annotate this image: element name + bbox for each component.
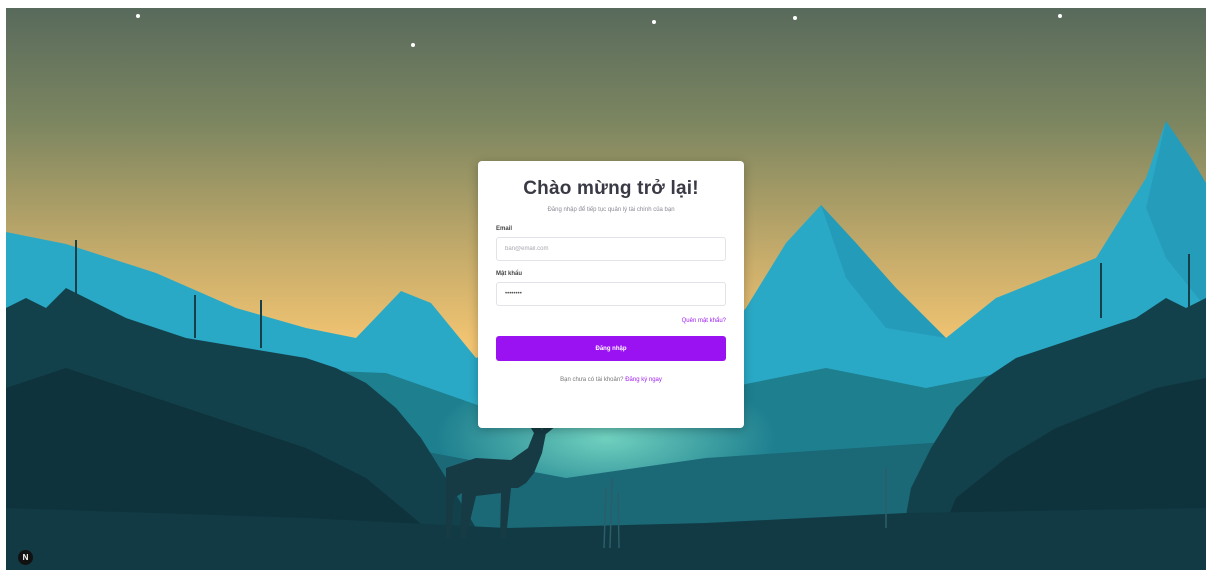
password-label: Mật khẩu — [496, 271, 523, 277]
password-input[interactable] — [496, 282, 726, 306]
signup-row: Bạn chưa có tài khoản? Đăng ký ngay — [496, 377, 726, 383]
login-subtitle: Đăng nhập để tiếp tục quản lý tài chính … — [547, 207, 675, 213]
signup-link[interactable]: Đăng ký ngay — [625, 377, 662, 383]
login-card: Chào mừng trở lại! Đăng nhập để tiếp tục… — [478, 161, 744, 428]
email-input[interactable] — [496, 237, 726, 261]
corner-button-label: N — [22, 552, 29, 562]
email-label: Email — [496, 226, 513, 232]
login-title: Chào mừng trở lại! — [523, 178, 699, 199]
next-logo-icon[interactable]: N — [18, 550, 33, 565]
forgot-password-link[interactable]: Quên mật khẩu? — [682, 318, 726, 324]
login-button[interactable]: Đăng nhập — [496, 336, 726, 361]
signup-prompt: Bạn chưa có tài khoản? — [560, 377, 624, 383]
forgot-row: Quên mật khẩu? — [496, 318, 726, 324]
